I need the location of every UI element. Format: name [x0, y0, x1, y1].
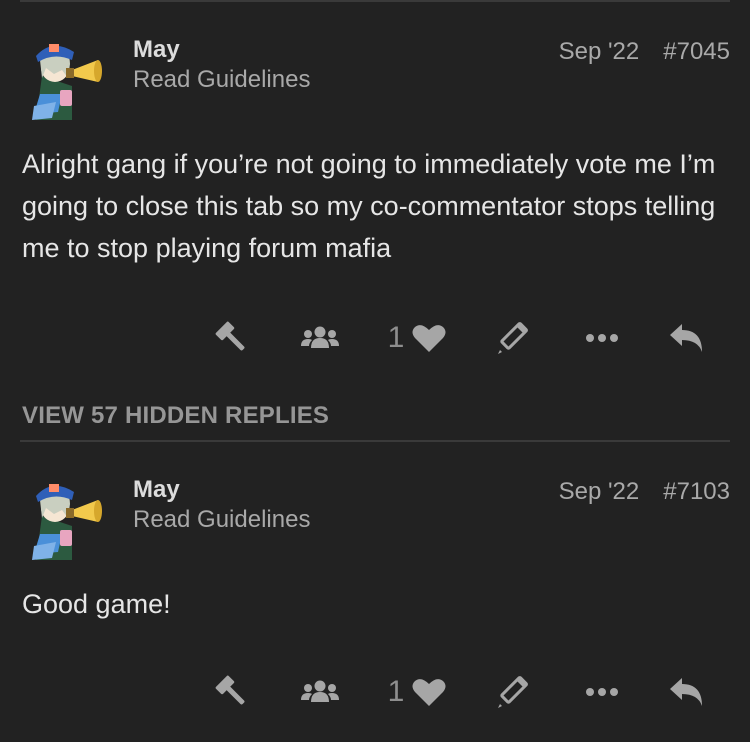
pencil-icon[interactable] [492, 318, 532, 358]
view-hidden-replies-link[interactable]: VIEW 57 HIDDEN REPLIES [22, 402, 329, 430]
users-icon[interactable] [300, 318, 340, 358]
posts-divider [20, 440, 730, 442]
like-button[interactable]: 1 [378, 672, 456, 712]
username[interactable]: May [133, 476, 180, 504]
user-title: Read Guidelines [133, 506, 311, 533]
post-meta: Sep '22 #7045 [559, 38, 730, 66]
post-date[interactable]: Sep '22 [559, 38, 640, 65]
reply-arrow-icon[interactable] [666, 672, 706, 712]
ellipsis-icon[interactable] [582, 318, 622, 358]
gavel-icon[interactable] [212, 672, 252, 712]
user-title: Read Guidelines [133, 66, 311, 93]
post-number[interactable]: #7103 [663, 478, 730, 505]
post-actions: 1 [0, 318, 750, 358]
gavel-icon[interactable] [212, 318, 252, 358]
username[interactable]: May [133, 36, 180, 64]
post-meta: Sep '22 #7103 [559, 478, 730, 506]
post-number[interactable]: #7045 [663, 38, 730, 65]
like-count: 1 [387, 675, 405, 708]
heart-icon [412, 677, 446, 707]
reply-arrow-icon[interactable] [666, 318, 706, 358]
topic-stream: May Read Guidelines Sep '22 #7045 Alright… [0, 0, 750, 742]
like-button[interactable]: 1 [378, 318, 456, 358]
users-icon[interactable] [300, 672, 340, 712]
like-count: 1 [387, 321, 405, 354]
avatar[interactable] [22, 474, 106, 564]
post-date[interactable]: Sep '22 [559, 478, 640, 505]
heart-icon [412, 323, 446, 353]
pencil-icon[interactable] [492, 672, 532, 712]
ellipsis-icon[interactable] [582, 672, 622, 712]
avatar[interactable] [22, 34, 106, 124]
post-body: Good game! [22, 589, 171, 619]
post-body: Alright gang if you’re not going to imme… [22, 149, 716, 263]
top-divider [20, 0, 730, 2]
post-actions: 1 [0, 672, 750, 712]
